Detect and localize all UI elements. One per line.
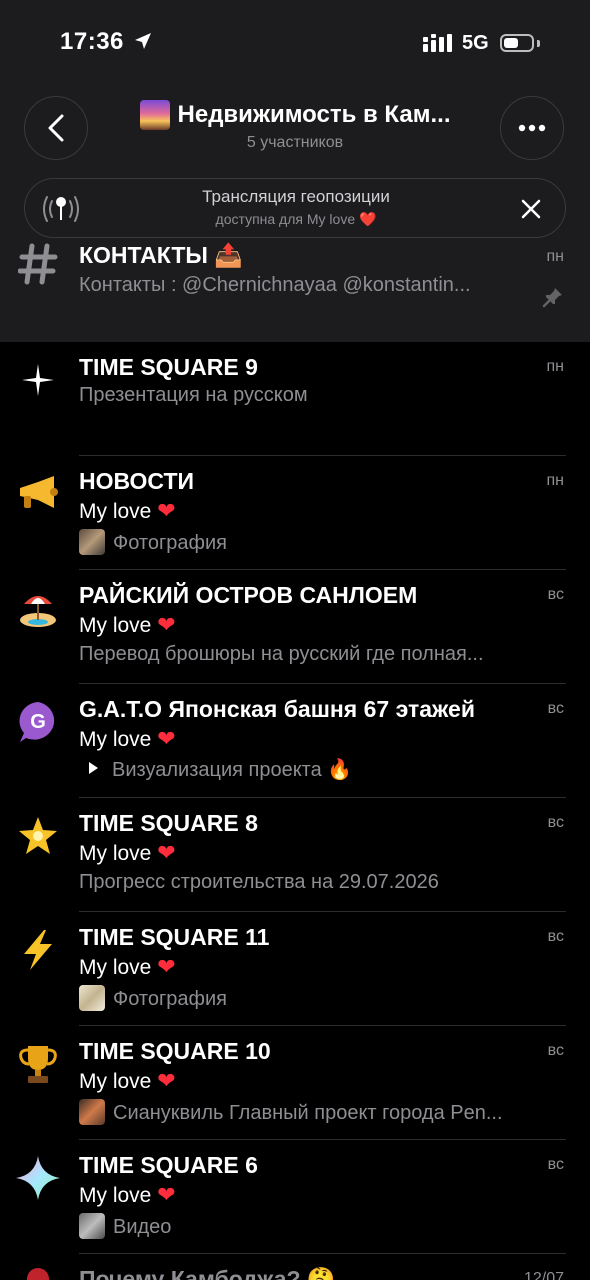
chat-row[interactable]: TIME SQUARE 6 вс My love ❤ Видео (0, 1140, 590, 1254)
status-bar: 17:36 5G (0, 0, 590, 88)
live-location-banner[interactable]: Трансляция геопозиции доступна для My lo… (24, 178, 566, 238)
heart-icon: ❤ (157, 840, 176, 865)
chat-sender: My love ❤ (79, 1182, 176, 1207)
chat-preview: Видео (79, 1213, 559, 1239)
chat-row-contacts[interactable]: КОНТАКТЫ 📤 пн Контакты : @Chernichnayaa … (0, 238, 590, 342)
heart-icon: ❤ (157, 1068, 176, 1093)
chat-date: вс (547, 814, 564, 831)
video-thumbnail (79, 1099, 105, 1125)
chat-date: пн (546, 472, 565, 489)
chat-name: TIME SQUARE 9 (79, 354, 258, 380)
chat-name: TIME SQUARE 11 (79, 924, 270, 950)
close-icon[interactable] (517, 195, 545, 228)
play-icon (89, 762, 98, 774)
group-title: Недвижимость в Кам... (177, 101, 451, 128)
chat-name: G.A.T.O Японская башня 67 этажей (79, 696, 475, 722)
chat-row[interactable]: G G.A.T.O Японская башня 67 этажей вс My… (0, 684, 590, 798)
chat-date: вс (547, 586, 564, 603)
more-button[interactable] (500, 96, 564, 160)
photo-thumbnail (79, 529, 105, 555)
chat-preview: Сиануквиль Главный проект города Pen... (79, 1099, 559, 1125)
chat-preview: Презентация на русском (79, 384, 308, 406)
group-avatar (139, 100, 170, 130)
chevron-left-icon (48, 114, 64, 142)
chat-date: вс (547, 928, 564, 945)
chat-row[interactable]: TIME SQUARE 8 вс My love ❤ Прогресс стро… (0, 798, 590, 912)
chat-date: 12/07 (523, 1270, 564, 1280)
chat-date: пн (546, 358, 565, 375)
chat-preview: Фотография (79, 985, 559, 1011)
chat-sender: My love ❤ (79, 954, 176, 979)
heart-icon: ❤ (157, 498, 176, 523)
back-button[interactable] (24, 96, 88, 160)
chat-date: вс (547, 1156, 564, 1173)
chat-sender: My love ❤ (79, 498, 176, 523)
geo-banner-subtitle: доступна для My love ❤️ (215, 211, 377, 227)
chat-name: РАЙСКИЙ ОСТРОВ САНЛОЕМ (79, 582, 418, 608)
chat-row[interactable]: TIME SQUARE 11 вс My love ❤ Фотография (0, 912, 590, 1026)
chat-header[interactable]: Недвижимость в Кам... 5 участников (100, 100, 490, 152)
sparkle-icon (14, 356, 62, 404)
g-letter-icon: G (14, 698, 62, 746)
chat-sender: My love ❤ (79, 612, 176, 637)
heart-icon: ❤ (157, 954, 176, 979)
chat-avatar (27, 1268, 49, 1280)
location-arrow-icon (134, 32, 152, 55)
chat-preview: Фотография (79, 529, 559, 555)
chat-name: TIME SQUARE 6 (79, 1152, 258, 1178)
chat-row[interactable]: TIME SQUARE 9 пн Презентация на русском (0, 342, 590, 456)
chat-preview: Прогресс строительства на 29.07.2026 (79, 871, 439, 893)
chat-name: TIME SQUARE 8 (79, 810, 258, 836)
signal-icon (423, 34, 455, 57)
chat-preview: Визуализация проекта 🔥 (79, 757, 559, 782)
chat-date: вс (547, 700, 564, 717)
glowing-star-icon (14, 812, 62, 860)
chat-preview: Контакты : @Chernichnayaa @konstantin... (79, 274, 471, 296)
chat-preview: Перевод брошюры на русский где полная... (79, 643, 484, 665)
heart-icon: ❤ (157, 726, 176, 751)
beach-umbrella-icon (14, 584, 62, 632)
geo-banner-title: Трансляция геопозиции (202, 187, 390, 206)
megaphone-icon (14, 470, 62, 518)
battery-tip (537, 40, 540, 47)
chat-sender: My love ❤ (79, 726, 176, 751)
chat-row[interactable]: НОВОСТИ пн My love ❤ Фотография (0, 456, 590, 570)
network-type: 5G (462, 32, 489, 54)
pin-icon (542, 286, 564, 313)
chat-name: Почему Камбоджа? 🤔 (79, 1266, 336, 1280)
video-thumbnail (79, 1213, 105, 1239)
chat-date: пн (546, 248, 565, 265)
member-count: 5 участников (246, 134, 344, 151)
chat-sender: My love ❤ (79, 840, 176, 865)
chat-name: TIME SQUARE 10 (79, 1038, 271, 1064)
hash-icon (14, 240, 62, 288)
battery-icon (500, 34, 534, 52)
svg-text:G: G (30, 711, 46, 733)
status-time: 17:36 (60, 28, 124, 55)
photo-thumbnail (79, 985, 105, 1011)
chat-sender: My love ❤ (79, 1068, 176, 1093)
heart-icon: ❤ (157, 1182, 176, 1207)
lightning-icon (14, 926, 62, 974)
chat-row[interactable]: Почему Камбоджа? 🤔 12/07 (0, 1254, 590, 1280)
heart-icon: ❤ (157, 612, 176, 637)
live-location-icon (39, 191, 83, 232)
more-dots-icon (518, 124, 546, 132)
chat-name: НОВОСТИ (79, 468, 195, 494)
chat-name: КОНТАКТЫ 📤 (79, 242, 243, 268)
chat-row[interactable]: TIME SQUARE 10 вс My love ❤ Сиануквиль Г… (0, 1026, 590, 1140)
chat-date: вс (547, 1042, 564, 1059)
sparkles-icon (14, 1154, 62, 1202)
chat-row[interactable]: РАЙСКИЙ ОСТРОВ САНЛОЕМ вс My love ❤ Пере… (0, 570, 590, 684)
trophy-icon (14, 1040, 62, 1088)
